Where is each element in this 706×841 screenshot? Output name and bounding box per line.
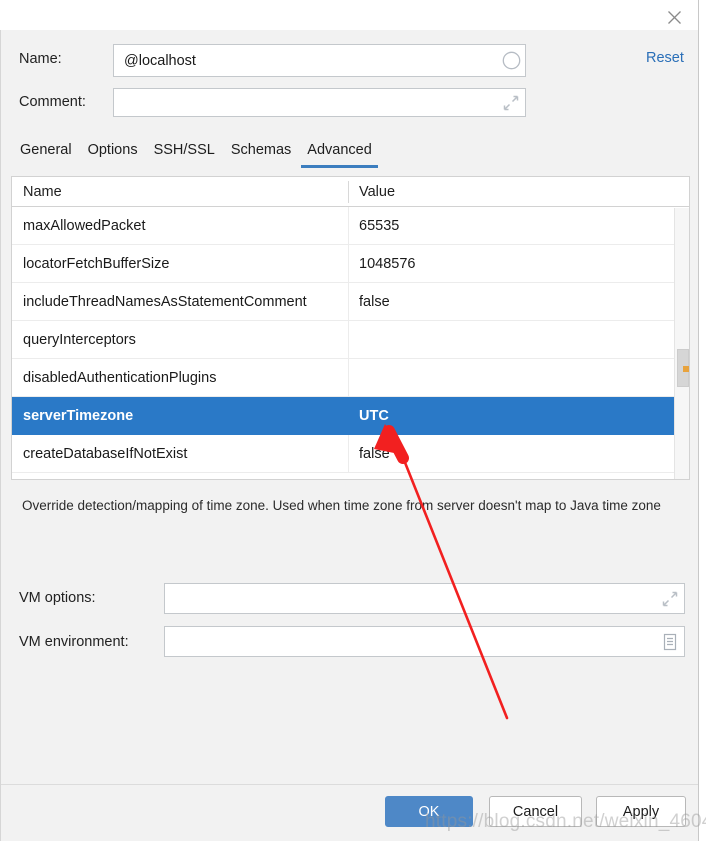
row-column-divider — [348, 321, 349, 359]
header-column-divider — [348, 181, 349, 203]
cell-property-name: queryInterceptors — [23, 332, 136, 348]
table-row[interactable]: locatorFetchBufferSize 1048576 — [12, 245, 689, 283]
scrollbar-marker — [683, 366, 689, 372]
row-column-divider — [348, 245, 349, 283]
row-column-divider — [348, 397, 349, 435]
cell-property-value[interactable]: UTC — [359, 397, 389, 435]
vm-environment-input[interactable] — [164, 626, 685, 657]
table-row[interactable]: queryInterceptors — [12, 321, 689, 359]
tab-options[interactable]: Options — [80, 140, 146, 168]
titlebar — [0, 0, 698, 30]
cancel-button[interactable]: Cancel — [489, 796, 582, 827]
tab-label: Advanced — [307, 142, 372, 158]
ok-button[interactable]: OK — [385, 796, 473, 827]
table-body: maxAllowedPacket 65535 locatorFetchBufferS… — [12, 207, 689, 473]
cell-property-value[interactable]: 65535 — [359, 207, 399, 245]
tab-bar: General Options SSH/SSL Schemas Advanced — [1, 140, 698, 175]
cell-property-value[interactable]: false — [359, 435, 390, 473]
tab-label: General — [20, 142, 72, 158]
row-column-divider — [348, 359, 349, 397]
reset-link[interactable]: Reset — [646, 50, 684, 66]
list-document-icon[interactable] — [656, 627, 684, 656]
table-row[interactable]: includeThreadNamesAsStatementComment fals… — [12, 283, 689, 321]
tab-advanced[interactable]: Advanced — [299, 140, 380, 168]
tab-label: Schemas — [230, 142, 292, 158]
advanced-properties-table: Name Value maxAllowedPacket 65535 locatorF… — [11, 176, 690, 480]
circle-status-icon[interactable] — [497, 45, 525, 76]
comment-label: Comment: — [19, 94, 86, 110]
tab-schemas[interactable]: Schemas — [223, 140, 299, 168]
vm-options-label: VM options: — [19, 590, 96, 606]
row-column-divider — [348, 283, 349, 321]
name-label: Name: — [19, 51, 62, 67]
row-column-divider — [348, 207, 349, 245]
name-input[interactable]: @localhost — [113, 44, 526, 77]
cell-property-value[interactable]: 1048576 — [359, 245, 415, 283]
dialog-footer — [1, 784, 698, 841]
dialog-right-border — [698, 0, 706, 841]
cell-property-value[interactable]: false — [359, 283, 390, 321]
expand-icon[interactable] — [497, 89, 525, 116]
table-row[interactable]: serverTimezone UTC — [12, 397, 689, 435]
table-vertical-scrollbar[interactable] — [674, 208, 689, 479]
cell-property-name: locatorFetchBufferSize — [23, 256, 170, 272]
tab-label: Options — [87, 142, 138, 158]
tab-label: SSH/SSL — [153, 142, 215, 158]
cell-property-name: disabledAuthenticationPlugins — [23, 370, 217, 386]
table-header-row: Name Value — [12, 177, 689, 207]
comment-input[interactable] — [113, 88, 526, 117]
close-icon[interactable] — [656, 2, 692, 32]
cell-property-name: includeThreadNamesAsStatementComment — [23, 294, 307, 310]
tab-general[interactable]: General — [12, 140, 80, 168]
table-row[interactable]: createDatabaseIfNotExist false — [12, 435, 689, 473]
property-description: Override detection/mapping of time zone.… — [22, 498, 661, 513]
column-header-value[interactable]: Value — [359, 177, 395, 207]
table-row[interactable]: disabledAuthenticationPlugins — [12, 359, 689, 397]
vm-options-input[interactable] — [164, 583, 685, 614]
data-source-properties-dialog: Name: @localhost Reset Comment: General O… — [0, 0, 706, 841]
column-header-name[interactable]: Name — [23, 177, 62, 207]
cell-property-name: createDatabaseIfNotExist — [23, 446, 188, 462]
expand-icon[interactable] — [656, 584, 684, 613]
apply-button[interactable]: Apply — [596, 796, 686, 827]
cell-property-name: maxAllowedPacket — [23, 218, 146, 234]
name-input-value: @localhost — [124, 52, 196, 69]
cell-property-name: serverTimezone — [23, 408, 134, 424]
table-row[interactable]: maxAllowedPacket 65535 — [12, 207, 689, 245]
vm-environment-label: VM environment: — [19, 634, 129, 650]
row-column-divider — [348, 435, 349, 473]
tab-ssh-ssl[interactable]: SSH/SSL — [146, 140, 223, 168]
